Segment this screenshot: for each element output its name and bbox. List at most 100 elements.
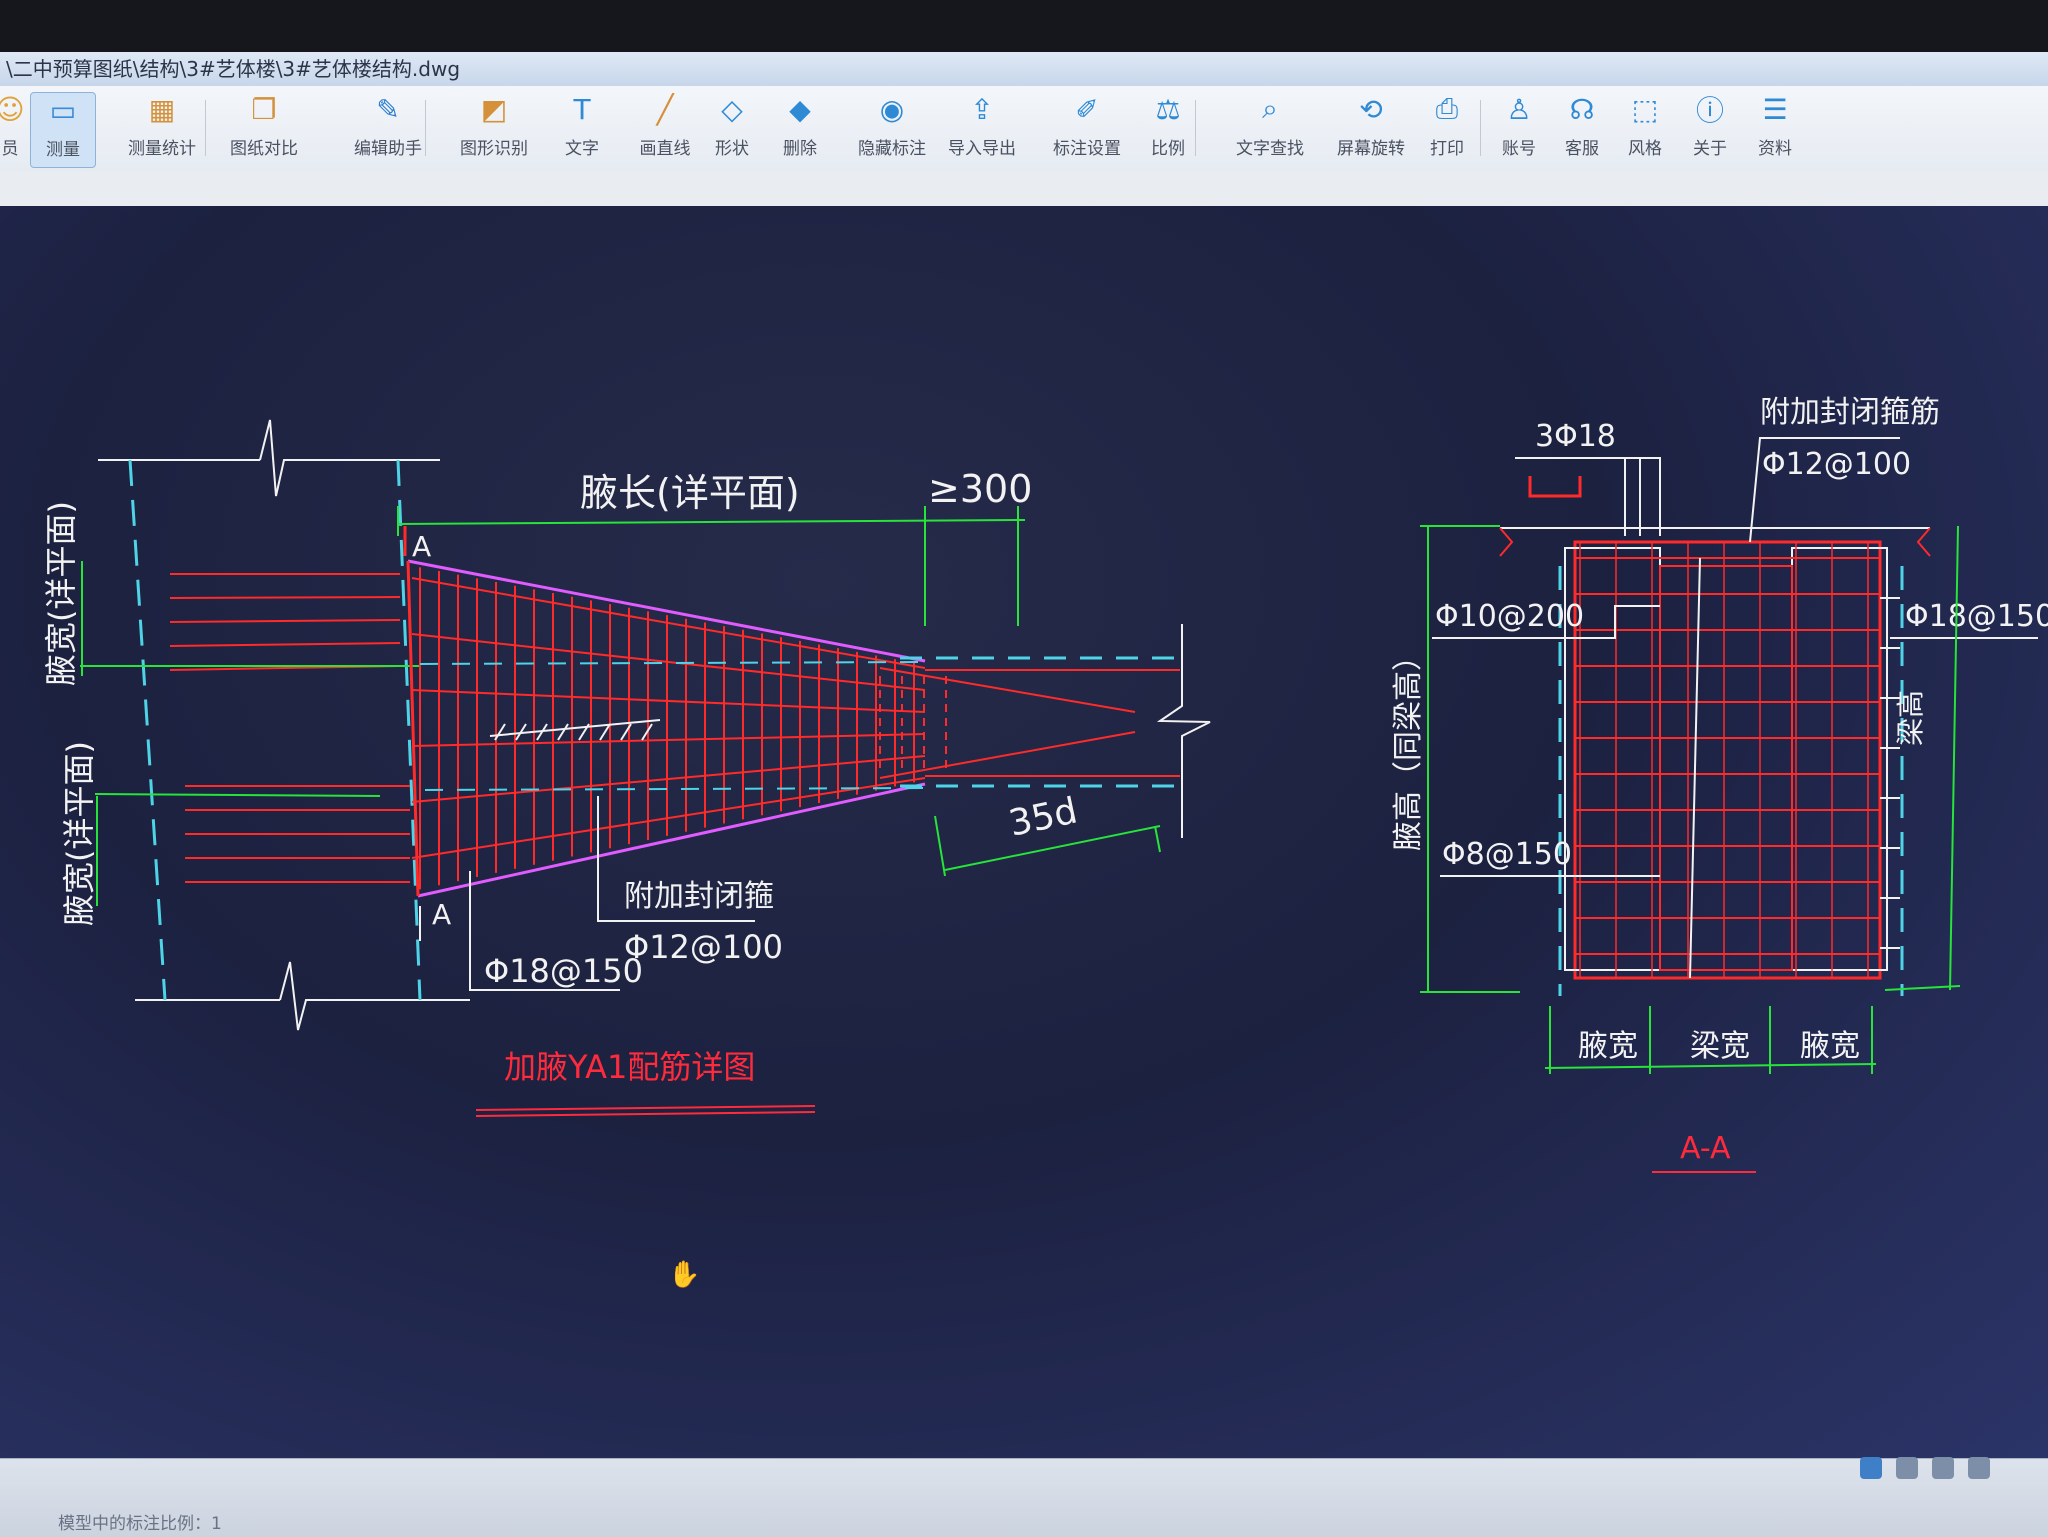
status-bar: 模型中的标注比例：1 (0, 1458, 2048, 1537)
toolbar-button-style[interactable]: ⬚ 风格 (1620, 92, 1670, 166)
toolbar-button-printer[interactable]: ⎙ 打印 (1420, 92, 1474, 166)
toolbar-button-label: 风格 (1628, 139, 1662, 159)
label-stirrup-spec: Φ12@100 (624, 928, 783, 966)
toolbar-button-scale[interactable]: ⚖ 比例 (1145, 92, 1191, 166)
printer-icon: ⎙ (1435, 92, 1459, 125)
window-title-bar: \二中预算图纸\结构\3#艺体楼\3#艺体楼结构.dwg (0, 52, 2048, 86)
toolbar-separator (205, 100, 206, 156)
haunch-longitudinal-bar (411, 755, 926, 803)
label-min-300: ≥300 (928, 467, 1032, 511)
measure-stats-icon: ▦ (148, 92, 176, 126)
toolbar-button-text-search[interactable]: ⌕ 文字查找 (1222, 92, 1318, 166)
toolbar-separator (425, 100, 426, 156)
break-mark (1499, 527, 1514, 557)
label-section-extra-stirrup: 附加封闭箍筋 (1760, 395, 1940, 430)
rebar-line (169, 642, 401, 647)
system-tray (1860, 1453, 1990, 1483)
haunch-longitudinal-bar (411, 689, 926, 713)
toolbar-button-edit-assistant[interactable]: ✎ 编辑助手 (338, 92, 438, 166)
monitor-bezel (0, 0, 2048, 52)
tray-volume-icon[interactable] (1932, 1457, 1954, 1479)
break-mark (1916, 527, 1931, 557)
annotation-settings-icon: ✐ (1075, 92, 1099, 126)
toolbar-button-rotate-screen[interactable]: ⟲ 屏幕旋转 (1323, 92, 1419, 166)
toolbar-button-docs[interactable]: ☰ 资料 (1747, 92, 1803, 166)
section-mark-bottom: A (432, 898, 451, 931)
label-spec-left-top: Φ10@200 (1435, 599, 1584, 634)
title-underline (475, 1105, 816, 1111)
edit-assistant-icon: ✎ (376, 92, 400, 126)
dim-extension (1154, 825, 1161, 853)
eraser-icon: ◆ (789, 92, 811, 126)
label-section-stirrup-spec: Φ12@100 (1762, 447, 1911, 482)
compare-icon: ❐ (251, 92, 277, 126)
toolbar-button-headset[interactable]: ☊ 客服 (1557, 92, 1607, 166)
stirrup-cage-right (1791, 547, 1888, 971)
toolbar-button-text[interactable]: T 文字 (555, 92, 609, 166)
toolbar-button-label: 员 (1, 139, 19, 159)
tray-network-icon[interactable] (1896, 1457, 1918, 1479)
toolbar-button-shape-recognize[interactable]: ◩ 图形识别 (452, 92, 536, 166)
style-icon: ⬚ (1631, 92, 1659, 126)
text-search-icon: ⌕ (1262, 92, 1278, 125)
toolbar-button-info[interactable]: ⓘ 关于 (1685, 92, 1735, 166)
dimension-line (94, 793, 381, 797)
section-tie (1689, 557, 1701, 979)
account-icon: ♙ (1506, 92, 1532, 126)
label-spec-left-bottom: Φ8@150 (1442, 837, 1572, 872)
break-symbol-bottom (279, 961, 470, 1031)
line-icon: ╱ (656, 92, 674, 126)
label-35d: 35d (1005, 790, 1081, 844)
dim-right-height (1949, 525, 1959, 991)
label-rebar-spec: Φ18@150 (484, 952, 643, 990)
top-bar-symbol (1528, 476, 1582, 498)
toolbar-button-hide-eye[interactable]: ◉ 隐藏标注 (842, 92, 942, 166)
toolbar-button-label: 打印 (1430, 139, 1464, 159)
toolbar-button-compare[interactable]: ❐ 图纸对比 (222, 92, 306, 166)
ime-icon[interactable] (1860, 1457, 1882, 1479)
haunch-longitudinal-bar (411, 733, 926, 747)
dim-section-width (1544, 1063, 1877, 1069)
break-symbol-top (259, 419, 440, 497)
section-mark-top: A (412, 530, 431, 563)
toolbar-button-measure-stats[interactable]: ▦ 测量统计 (112, 92, 212, 166)
toolbar-button-user-badge[interactable]: ☺ 员 (0, 92, 25, 166)
toolbar-button-label: 比例 (1151, 139, 1185, 159)
toolbar-button-label: 图纸对比 (230, 139, 298, 159)
column-centerline-left (128, 459, 167, 1001)
toolbar-button-ruler[interactable]: ▭ 测量 (30, 92, 96, 168)
ruler-icon: ▭ (49, 93, 77, 127)
detail-title: 加腋YA1配筋详图 (504, 1048, 755, 1086)
label-haunch-length: 腋长(详平面) (580, 471, 800, 515)
toolbar-separator (1480, 100, 1481, 156)
info-icon: ⓘ (1695, 94, 1724, 127)
toolbar-button-label: 隐藏标注 (858, 139, 926, 159)
toolbar-button-label: 编辑助手 (354, 139, 422, 159)
user-badge-icon: ☺ (0, 92, 25, 126)
toolbar-button-eraser[interactable]: ◆ 删除 (772, 92, 828, 166)
toolbar-button-shape[interactable]: ◇ 形状 (705, 92, 759, 166)
dim-tick (1884, 985, 1961, 991)
main-toolbar: ☺ 员 ▭ 测量 ▦ 测量统计 ❐ 图纸对比 ✎ 编辑助手 ◩ 图形识别 T 文字 ╱ 画直线 ◇ 形状 ◆ 删除 ◉ 隐… (0, 86, 2048, 173)
label-section-height: 腋高（同梁高） (1391, 641, 1426, 851)
haunch-longitudinal-bar (411, 777, 926, 859)
text-icon: T (573, 92, 591, 126)
toolbar-button-line[interactable]: ╱ 画直线 (630, 92, 700, 166)
toolbar-button-label: 图形识别 (460, 139, 528, 159)
toolbar-button-label: 客服 (1565, 139, 1599, 159)
toolbar-button-import-export[interactable]: ⇪ 导入导出 (940, 92, 1024, 166)
toolbar-button-label: 屏幕旋转 (1337, 139, 1405, 159)
toolbar-button-label: 标注设置 (1053, 139, 1121, 159)
label-haunch-width-top: 腋宽(详平面) (42, 501, 80, 686)
rebar-line (169, 596, 401, 599)
toolbar-button-annotation-settings[interactable]: ✐ 标注设置 (1045, 92, 1129, 166)
tray-settings-icon[interactable] (1968, 1457, 1990, 1479)
toolbar-button-label: 资料 (1758, 139, 1792, 159)
window-title: \二中预算图纸\结构\3#艺体楼\3#艺体楼结构.dwg (6, 57, 461, 81)
toolbar-button-label: 文字查找 (1236, 139, 1304, 159)
anchor-bar-bottom (879, 731, 1136, 779)
toolbar-button-account[interactable]: ♙ 账号 (1494, 92, 1544, 166)
hatch-tick (557, 723, 569, 741)
rebar-line (169, 619, 401, 623)
drawing-canvas[interactable]: 腋长(详平面) ≥300 35d A A 腋宽(详平面) 腋宽(详平面) 附加封闭箍 Φ12@1… (0, 206, 2048, 1458)
